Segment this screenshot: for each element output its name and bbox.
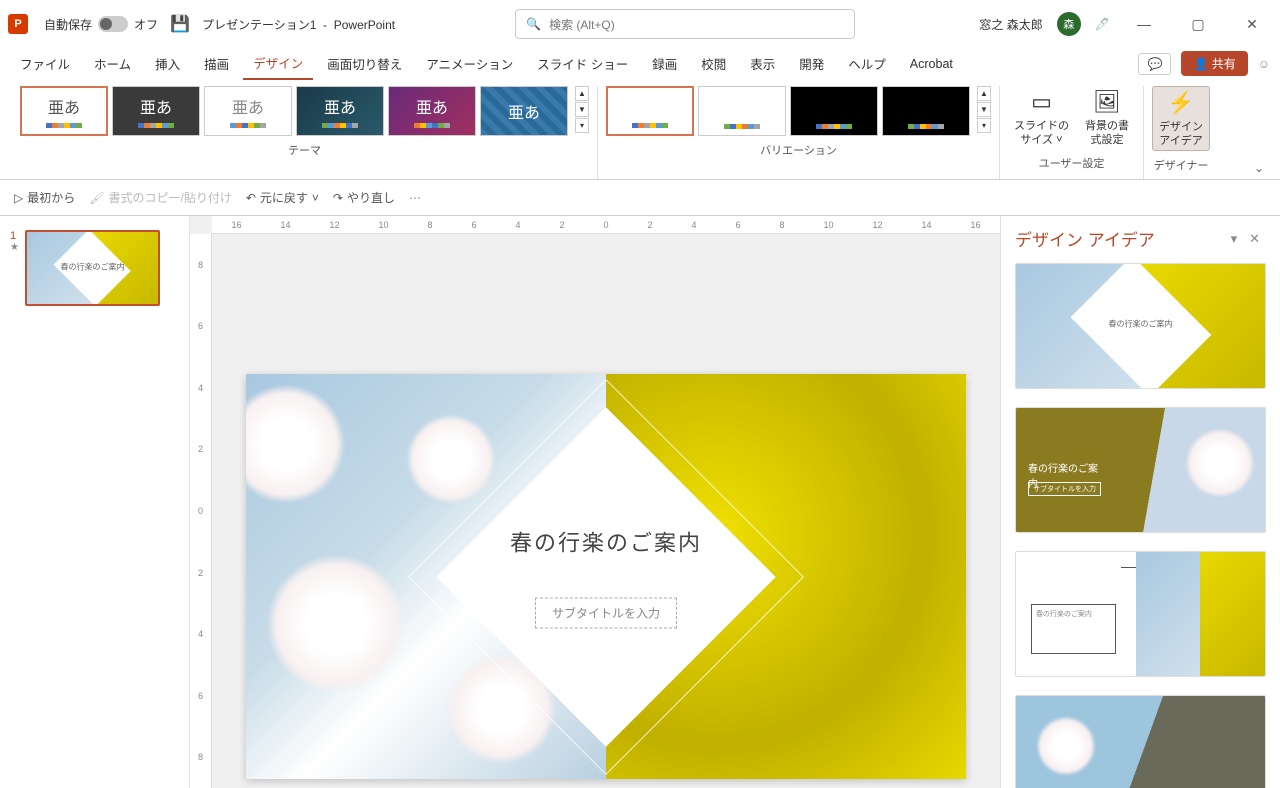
undo-button[interactable]: ↶元に戻す ˅ xyxy=(246,189,319,206)
theme-thumb-2[interactable]: 亜あ xyxy=(112,86,200,136)
tab-acrobat[interactable]: Acrobat xyxy=(900,51,963,77)
main-area: 1 ★ 春の行楽のご案内 1614121086420246810121416 8… xyxy=(0,216,1280,788)
slide-size-icon: ▭ xyxy=(1031,88,1052,117)
quickbar-overflow[interactable]: ⋯ xyxy=(409,191,421,205)
variations-group-label: バリエーション xyxy=(760,142,837,162)
search-input[interactable]: 🔍 検索 (Alt+Q) xyxy=(515,9,855,39)
ruler-vertical: 864202468 xyxy=(190,234,212,788)
theme-thumb-4[interactable]: 亜あ xyxy=(296,86,384,136)
design-ideas-button[interactable]: ⚡デザイン アイデア xyxy=(1152,86,1210,151)
slide-panel: 1 ★ 春の行楽のご案内 xyxy=(0,216,190,788)
collapse-ribbon-button[interactable]: ⌄ xyxy=(1250,157,1268,179)
close-button[interactable]: ✕ xyxy=(1232,9,1272,39)
share-button[interactable]: 👤 共有 xyxy=(1181,51,1247,76)
design-ideas-title: デザイン アイデア xyxy=(1015,226,1225,251)
save-icon[interactable]: 💾 xyxy=(170,14,190,34)
tab-file[interactable]: ファイル xyxy=(10,48,80,79)
tab-draw[interactable]: 描画 xyxy=(194,48,239,79)
group-variations: ▲ ▼ ▾ バリエーション xyxy=(598,86,1000,179)
tab-developer[interactable]: 開発 xyxy=(789,48,834,79)
themes-group-label: テーマ xyxy=(288,142,321,162)
title-bar: P 自動保存 オフ 💾 プレゼンテーション1 - PowerPoint 🔍 検索… xyxy=(0,0,1280,48)
group-custom: ▭スライドの サイズ ˅ 🖼背景の書 式設定 ユーザー設定 xyxy=(1000,86,1144,179)
user-name[interactable]: 窓之 森太郎 xyxy=(979,16,1042,33)
custom-group-label: ユーザー設定 xyxy=(1039,155,1105,175)
tab-view[interactable]: 表示 xyxy=(740,48,785,79)
theme-thumb-1[interactable]: 亜あ xyxy=(20,86,108,136)
variations-scroll-down[interactable]: ▼ xyxy=(977,102,991,117)
variation-3[interactable] xyxy=(790,86,878,136)
animation-star-icon: ★ xyxy=(10,242,19,253)
from-start-button[interactable]: ▷最初から xyxy=(14,189,75,206)
slide-editor: 1614121086420246810121416 864202468 春の行楽… xyxy=(190,216,1000,788)
format-painter-button[interactable]: 🖌書式のコピー/貼り付け xyxy=(89,189,232,206)
slide-canvas[interactable]: 春の行楽のご案内 サブタイトルを入力 xyxy=(246,374,966,779)
design-idea-2[interactable]: 春の行楽のご案 内 サブタイトルを入力 xyxy=(1015,407,1266,533)
ruler-horizontal: 1614121086420246810121416 xyxy=(212,216,1000,234)
themes-expand[interactable]: ▾ xyxy=(575,118,589,133)
comments-button[interactable]: 💬 xyxy=(1138,53,1171,75)
variations-expand[interactable]: ▾ xyxy=(977,118,991,133)
undo-icon: ↶ xyxy=(246,191,256,205)
variation-1[interactable] xyxy=(606,86,694,136)
themes-scroll-down[interactable]: ▼ xyxy=(575,102,589,117)
tab-transitions[interactable]: 画面切り替え xyxy=(317,48,412,79)
play-icon: ▷ xyxy=(14,191,23,205)
slide-subtitle-placeholder[interactable]: サブタイトルを入力 xyxy=(535,597,677,628)
lightning-icon: ⚡ xyxy=(1167,89,1194,118)
group-designer: ⚡デザイン アイデア デザイナー xyxy=(1144,86,1218,179)
tab-record[interactable]: 録画 xyxy=(642,48,687,79)
toggle-switch[interactable] xyxy=(98,16,128,32)
quick-access-toolbar: ▷最初から 🖌書式のコピー/貼り付け ↶元に戻す ˅ ↷やり直し ⋯ xyxy=(0,180,1280,216)
theme-thumb-5[interactable]: 亜あ xyxy=(388,86,476,136)
smile-icon[interactable]: ☺ xyxy=(1258,57,1270,71)
slide-title-text[interactable]: 春の行楽のご案内 xyxy=(510,525,702,557)
pane-close-button[interactable]: ✕ xyxy=(1243,229,1266,249)
ribbon-design: 亜あ 亜あ 亜あ 亜あ 亜あ 亜あ ▲ ▼ ▾ テーマ ▲ ▼ ▾ バリ xyxy=(0,80,1280,180)
variation-2[interactable] xyxy=(698,86,786,136)
slide-thumbnail-1[interactable]: 春の行楽のご案内 xyxy=(25,230,160,306)
avatar[interactable]: 森 xyxy=(1057,12,1081,36)
document-title: プレゼンテーション1 - PowerPoint xyxy=(202,16,395,33)
slide-number: 1 xyxy=(10,230,19,242)
autosave-toggle[interactable]: 自動保存 オフ xyxy=(44,16,158,33)
redo-button[interactable]: ↷やり直し xyxy=(333,189,395,206)
group-themes: 亜あ 亜あ 亜あ 亜あ 亜あ 亜あ ▲ ▼ ▾ テーマ xyxy=(12,86,598,179)
variations-scroll-up[interactable]: ▲ xyxy=(977,86,991,101)
maximize-button[interactable]: ▢ xyxy=(1178,9,1218,39)
brush-icon: 🖌 xyxy=(89,191,104,205)
background-icon: 🖼 xyxy=(1093,88,1121,117)
tab-slideshow[interactable]: スライド ショー xyxy=(527,48,638,79)
design-ideas-pane: デザイン アイデア ▾ ✕ 春の行楽のご案内 春の行楽のご案 内 サブタイトルを… xyxy=(1000,216,1280,788)
theme-thumb-3[interactable]: 亜あ xyxy=(204,86,292,136)
search-icon: 🔍 xyxy=(526,17,541,31)
tab-help[interactable]: ヘルプ xyxy=(838,48,896,79)
background-format-button[interactable]: 🖼背景の書 式設定 xyxy=(1079,86,1135,149)
mic-icon[interactable]: 🖊 xyxy=(1095,17,1110,31)
designer-group-label: デザイナー xyxy=(1154,157,1209,177)
themes-scroll-up[interactable]: ▲ xyxy=(575,86,589,101)
tab-design[interactable]: デザイン xyxy=(243,47,313,80)
pane-dropdown[interactable]: ▾ xyxy=(1225,229,1244,249)
design-idea-4[interactable]: 春の行楽の xyxy=(1015,695,1266,788)
ribbon-tabs: ファイル ホーム 挿入 描画 デザイン 画面切り替え アニメーション スライド … xyxy=(0,48,1280,80)
theme-thumb-6[interactable]: 亜あ xyxy=(480,86,568,136)
design-idea-3[interactable]: 春の行楽のご案内 xyxy=(1015,551,1266,677)
variation-4[interactable] xyxy=(882,86,970,136)
tab-home[interactable]: ホーム xyxy=(84,48,141,79)
tab-animations[interactable]: アニメーション xyxy=(416,48,523,79)
minimize-button[interactable]: — xyxy=(1124,9,1164,39)
slide-size-button[interactable]: ▭スライドの サイズ ˅ xyxy=(1008,86,1075,149)
design-idea-1[interactable]: 春の行楽のご案内 xyxy=(1015,263,1266,389)
tab-review[interactable]: 校閲 xyxy=(691,48,736,79)
redo-icon: ↷ xyxy=(333,191,343,205)
tab-insert[interactable]: 挿入 xyxy=(145,48,190,79)
app-icon: P xyxy=(8,14,28,34)
